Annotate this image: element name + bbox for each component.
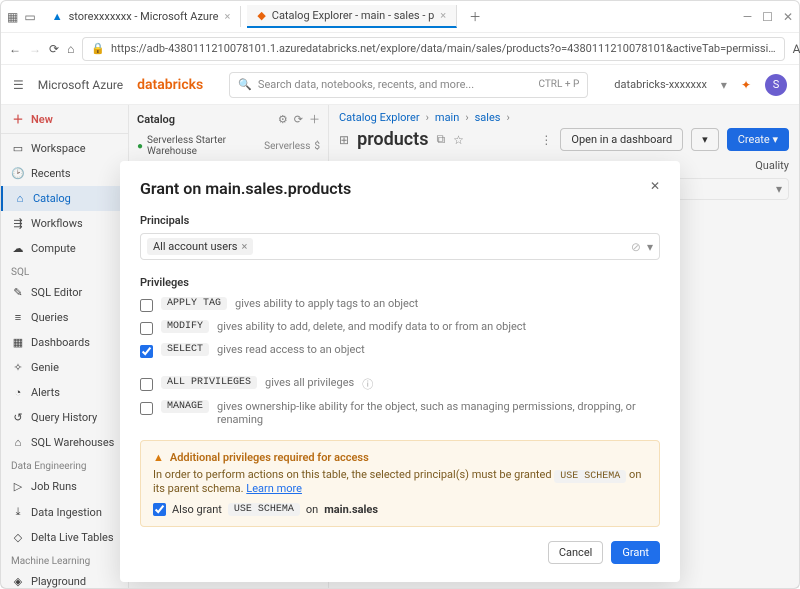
checkbox[interactable]	[140, 322, 153, 335]
also-grant-checkbox[interactable]	[153, 503, 166, 516]
alert-title: Additional privileges required for acces…	[170, 451, 369, 464]
tab-list-icon[interactable]: ▭	[24, 10, 35, 24]
priv-all[interactable]: ALL PRIVILEGES gives all privileges ⓘ	[140, 376, 660, 392]
azure-icon: ▲	[52, 10, 63, 23]
priv-select[interactable]: SELECT gives read access to an object	[140, 343, 660, 358]
close-icon[interactable]: ✕	[650, 179, 660, 193]
chevron-down-icon[interactable]: ▾	[721, 78, 727, 92]
app-header: ☰ Microsoft Azure databricks 🔍 Search da…	[1, 65, 799, 105]
schema-tag: USE SCHEMA	[554, 470, 626, 483]
priv-manage[interactable]: MANAGE gives ownership-like ability for …	[140, 400, 660, 426]
user-avatar[interactable]: S	[765, 74, 787, 96]
privileges-label: Privileges	[140, 276, 660, 289]
priv-tag: APPLY TAG	[161, 297, 227, 310]
modal-title: Grant on main.sales.products	[140, 179, 660, 198]
schema-tag: USE SCHEMA	[228, 503, 300, 516]
databricks-brand: databricks	[137, 77, 203, 93]
lock-icon: 🔒	[91, 42, 105, 55]
global-search[interactable]: 🔍 Search data, notebooks, recents, and m…	[229, 72, 588, 98]
browser-tab-catalog[interactable]: ◆ Catalog Explorer - main - sales - p ×	[247, 5, 457, 28]
warning-icon: ▲	[153, 451, 164, 464]
principals-field[interactable]: All account users × ⊘ ▾	[140, 233, 660, 260]
chevron-down-icon[interactable]: ▾	[647, 240, 653, 254]
priv-desc: gives ownership-like ability for the obj…	[217, 400, 660, 426]
checkbox[interactable]	[140, 345, 153, 358]
also-grant-target: main.sales	[324, 503, 378, 516]
read-aloud-icon[interactable]: A⁺	[793, 42, 800, 56]
new-tab-button[interactable]: ＋	[463, 8, 487, 25]
forward-button: →	[29, 42, 41, 56]
priv-desc: gives all privileges	[265, 376, 354, 389]
url-text: https://adb-4380111210078101.1.azuredata…	[111, 42, 776, 55]
browser-toolbar: ← → ⟳ ⌂ 🔒 https://adb-4380111210078101.1…	[1, 33, 799, 65]
back-button[interactable]: ←	[9, 42, 21, 56]
window-close[interactable]: ✕	[783, 10, 793, 24]
assistant-icon[interactable]: ✦	[741, 78, 751, 92]
checkbox[interactable]	[140, 299, 153, 312]
browser-tab-azure[interactable]: ▲ storexxxxxxx - Microsoft Azure ×	[42, 6, 242, 27]
clear-icon[interactable]: ⊘	[631, 240, 641, 254]
browser-tab-bar: ▦ ▭ ▲ storexxxxxxx - Microsoft Azure × ◆…	[1, 1, 799, 33]
search-shortcut: CTRL + P	[538, 79, 579, 90]
tab-actions-icon[interactable]: ▦	[7, 10, 18, 24]
close-tab-icon[interactable]: ×	[440, 9, 446, 22]
tab-label: Catalog Explorer - main - sales - p	[272, 9, 435, 22]
priv-tag: MANAGE	[161, 400, 209, 413]
grant-modal: ✕ Grant on main.sales.products Principal…	[120, 161, 680, 582]
grant-button[interactable]: Grant	[611, 541, 660, 564]
cancel-button[interactable]: Cancel	[548, 541, 603, 564]
home-button[interactable]: ⌂	[67, 42, 74, 56]
remove-chip-icon[interactable]: ×	[241, 240, 247, 253]
priv-desc: gives ability to apply tags to an object	[235, 297, 418, 310]
info-icon[interactable]: ⓘ	[362, 376, 373, 392]
tab-label: storexxxxxxx - Microsoft Azure	[69, 10, 219, 23]
alert-body: In order to perform actions on this tabl…	[153, 468, 647, 495]
priv-apply-tag[interactable]: APPLY TAG gives ability to apply tags to…	[140, 297, 660, 312]
alert-box: ▲ Additional privileges required for acc…	[140, 440, 660, 527]
checkbox[interactable]	[140, 378, 153, 391]
address-bar[interactable]: 🔒 https://adb-4380111210078101.1.azureda…	[82, 37, 784, 61]
priv-tag: SELECT	[161, 343, 209, 356]
priv-tag: MODIFY	[161, 320, 209, 333]
search-placeholder: Search data, notebooks, recents, and mor…	[258, 78, 474, 91]
window-minimize[interactable]: ―	[743, 10, 752, 24]
window-maximize[interactable]: ☐	[762, 10, 773, 24]
ms-azure-label: Microsoft Azure	[38, 78, 123, 92]
search-icon: 🔍	[238, 78, 252, 91]
principals-label: Principals	[140, 214, 660, 227]
refresh-button[interactable]: ⟳	[49, 42, 59, 56]
also-grant-row[interactable]: Also grant USE SCHEMA on main.sales	[153, 503, 647, 516]
priv-desc: gives read access to an object	[217, 343, 365, 356]
menu-icon[interactable]: ☰	[13, 78, 24, 92]
priv-tag: ALL PRIVILEGES	[161, 376, 257, 389]
databricks-icon: ◆	[257, 9, 265, 22]
priv-modify[interactable]: MODIFY gives ability to add, delete, and…	[140, 320, 660, 335]
priv-desc: gives ability to add, delete, and modify…	[217, 320, 526, 333]
close-tab-icon[interactable]: ×	[224, 10, 230, 23]
account-name[interactable]: databricks-xxxxxxx	[614, 78, 707, 91]
checkbox[interactable]	[140, 402, 153, 415]
learn-more-link[interactable]: Learn more	[246, 482, 302, 495]
modal-overlay: ✕ Grant on main.sales.products Principal…	[1, 105, 799, 588]
principal-chip[interactable]: All account users ×	[147, 238, 253, 255]
